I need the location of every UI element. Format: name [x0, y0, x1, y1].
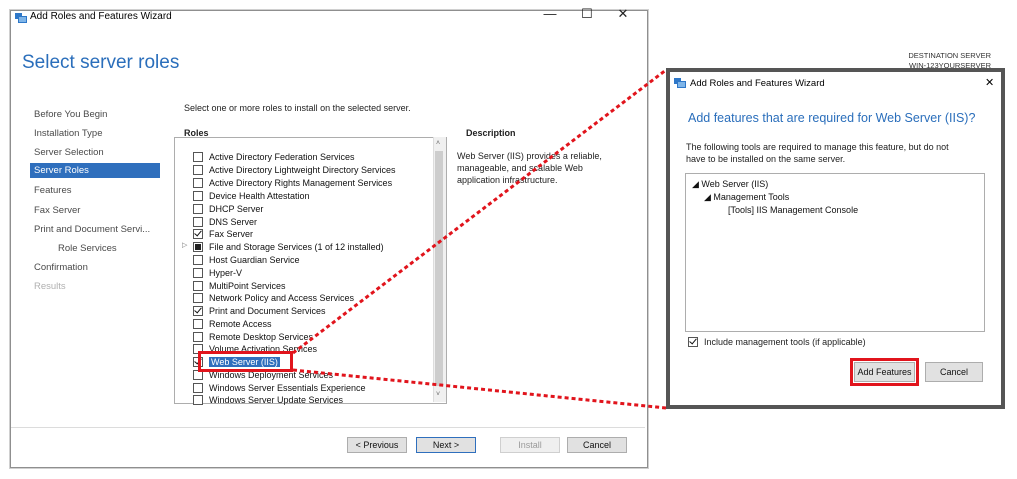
dialog-body-line1: The following tools are required to mana…: [686, 142, 949, 152]
role-label: Remote Desktop Services: [209, 332, 314, 342]
dialog-heading: Add features that are required for Web S…: [688, 111, 976, 125]
include-tools-option[interactable]: Include management tools (if applicable): [688, 337, 866, 347]
role-item[interactable]: Remote Access: [193, 318, 272, 330]
nav-before-you-begin[interactable]: Before You Begin: [34, 109, 107, 120]
role-item[interactable]: Fax Server: [193, 228, 253, 240]
roles-scrollbar-thumb[interactable]: [435, 151, 443, 386]
role-item[interactable]: Hyper-V: [193, 267, 242, 279]
minimize-button[interactable]: —: [538, 6, 562, 21]
role-item[interactable]: DHCP Server: [193, 203, 263, 215]
role-checkbox-checked[interactable]: [193, 229, 203, 239]
role-item[interactable]: Active Directory Federation Services: [193, 151, 355, 163]
page-title: Select server roles: [22, 52, 180, 73]
role-label: Network Policy and Access Services: [209, 293, 355, 303]
role-item[interactable]: Remote Desktop Services: [193, 331, 313, 343]
required-features-tree[interactable]: ◢ Web Server (IIS) ◢ Management Tools [T…: [685, 173, 985, 332]
role-label: Remote Access: [209, 319, 272, 329]
dialog-app-icon: [674, 78, 686, 88]
nav-fax-server[interactable]: Fax Server: [34, 205, 80, 216]
web-server-highlight: [198, 351, 293, 372]
role-label: Active Directory Federation Services: [209, 152, 355, 162]
role-checkbox-checked[interactable]: [193, 306, 203, 316]
instruction-text: Select one or more roles to install on t…: [184, 103, 411, 113]
tree-item-management-tools[interactable]: ◢ Management Tools: [704, 192, 789, 203]
role-label: File and Storage Services (1 of 12 insta…: [209, 242, 384, 252]
role-label: DHCP Server: [209, 204, 264, 214]
role-item[interactable]: Active Directory Lightweight Directory S…: [193, 164, 396, 176]
maximize-button[interactable]: ☐: [575, 6, 599, 22]
role-item[interactable]: File and Storage Services (1 of 12 insta…: [193, 241, 384, 253]
role-label: Device Health Attestation: [209, 191, 310, 201]
role-checkbox[interactable]: [193, 191, 203, 201]
description-header: Description: [466, 128, 516, 138]
role-label: Print and Document Services: [209, 306, 326, 316]
role-checkbox[interactable]: [193, 383, 203, 393]
role-item[interactable]: Active Directory Rights Management Servi…: [193, 177, 392, 189]
role-item[interactable]: Host Guardian Service: [193, 254, 300, 266]
tree-item-web-server[interactable]: ◢ Web Server (IIS): [692, 179, 768, 190]
install-button: Install: [500, 437, 560, 453]
role-label: Hyper-V: [209, 268, 243, 278]
close-button[interactable]: ✕: [611, 6, 635, 22]
tree-item-iis-console[interactable]: [Tools] IIS Management Console: [728, 205, 858, 215]
role-checkbox[interactable]: [193, 319, 203, 329]
role-checkbox[interactable]: [193, 281, 203, 291]
previous-button[interactable]: < Previous: [347, 437, 407, 453]
role-item[interactable]: DNS Server: [193, 216, 257, 228]
nav-server-roles[interactable]: Server Roles: [30, 163, 160, 178]
dialog-body-line2: have to be installed on the same server.: [686, 154, 846, 164]
role-checkbox[interactable]: [193, 268, 203, 278]
role-label: MultiPoint Services: [209, 281, 286, 291]
next-button[interactable]: Next >: [416, 437, 476, 453]
wizard-app-icon: [15, 13, 27, 23]
role-item[interactable]: Print and Document Services: [193, 305, 326, 317]
role-checkbox-partial[interactable]: [193, 242, 203, 252]
role-checkbox[interactable]: [193, 204, 203, 214]
nav-results: Results: [34, 281, 66, 292]
nav-role-services[interactable]: Role Services: [58, 243, 117, 254]
dialog-cancel-button[interactable]: Cancel: [925, 362, 983, 382]
role-checkbox[interactable]: [193, 332, 203, 342]
include-tools-label: Include management tools (if applicable): [704, 337, 866, 347]
expand-arrow-icon[interactable]: ▷: [182, 241, 187, 249]
role-label: Active Directory Rights Management Servi…: [209, 178, 393, 188]
role-checkbox[interactable]: [193, 178, 203, 188]
dialog-close-icon[interactable]: ✕: [985, 76, 994, 89]
footer-divider: [11, 427, 645, 428]
role-item[interactable]: Windows Server Essentials Experience: [193, 382, 366, 394]
nav-print-document-services[interactable]: Print and Document Servi...: [34, 224, 150, 235]
role-checkbox[interactable]: [193, 165, 203, 175]
role-checkbox[interactable]: [193, 152, 203, 162]
role-label: Host Guardian Service: [209, 255, 300, 265]
nav-installation-type[interactable]: Installation Type: [34, 128, 102, 139]
window-title: Add Roles and Features Wizard: [30, 11, 172, 22]
scroll-down-icon[interactable]: ˅: [436, 391, 440, 398]
scroll-up-icon[interactable]: ˄: [436, 140, 440, 147]
include-tools-checkbox[interactable]: [688, 337, 698, 347]
description-text: Web Server (IIS) provides a reliable, ma…: [457, 151, 602, 185]
role-label: Windows Server Essentials Experience: [209, 383, 366, 393]
role-label: DNS Server: [209, 217, 258, 227]
nav-server-selection[interactable]: Server Selection: [34, 147, 104, 158]
role-item[interactable]: Device Health Attestation: [193, 190, 310, 202]
cancel-button[interactable]: Cancel: [567, 437, 627, 453]
role-checkbox[interactable]: [193, 395, 203, 405]
nav-confirmation[interactable]: Confirmation: [34, 262, 88, 273]
role-checkbox[interactable]: [193, 293, 203, 303]
role-item[interactable]: Windows Server Update Services: [193, 394, 343, 406]
role-item[interactable]: MultiPoint Services: [193, 280, 286, 292]
role-label: Active Directory Lightweight Directory S…: [209, 165, 396, 175]
role-checkbox[interactable]: [193, 217, 203, 227]
role-label: Windows Server Update Services: [209, 395, 344, 405]
dialog-title: Add Roles and Features Wizard: [690, 78, 825, 89]
nav-features[interactable]: Features: [34, 185, 72, 196]
role-item[interactable]: Network Policy and Access Services: [193, 292, 354, 304]
role-label: Fax Server: [209, 229, 254, 239]
add-features-button[interactable]: Add Features: [854, 362, 915, 382]
destination-label: DESTINATION SERVER: [908, 51, 991, 60]
role-checkbox[interactable]: [193, 255, 203, 265]
